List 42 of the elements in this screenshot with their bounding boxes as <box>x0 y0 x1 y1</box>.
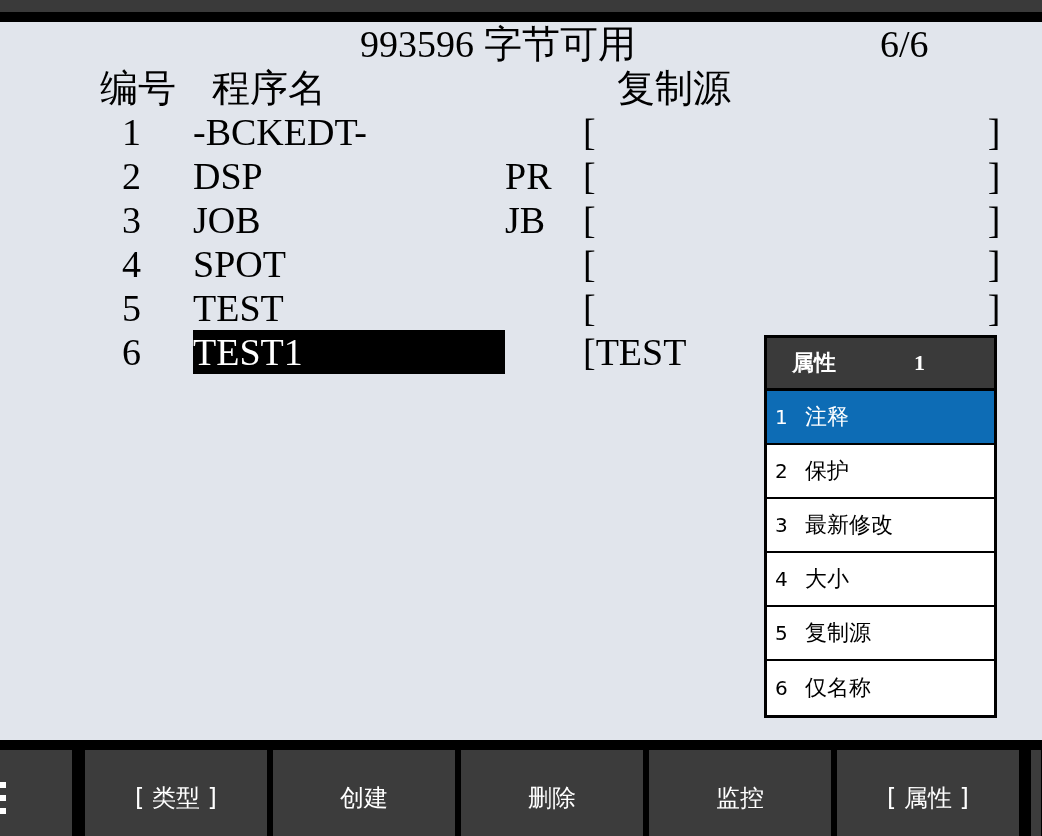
row-number: 4 <box>122 242 142 286</box>
program-name[interactable]: -BCKEDT- <box>193 110 505 154</box>
menu-item[interactable]: 1 注释 <box>767 391 994 445</box>
bracket: [ <box>583 110 596 154</box>
program-name[interactable]: SPOT <box>193 242 505 286</box>
program-name[interactable]: DSP <box>193 154 505 198</box>
program-name[interactable]: TEST <box>193 286 505 330</box>
row-number: 3 <box>122 198 142 242</box>
softkey-button[interactable]: [ 属性 ] <box>837 750 1019 836</box>
bracket: ] <box>987 110 1001 154</box>
program-name[interactable]: JOB <box>193 198 505 242</box>
column-header: 程序名 <box>212 66 327 110</box>
softkey-button[interactable]: 删除 <box>461 750 643 836</box>
program-count: 6/6 <box>880 22 929 66</box>
bracket: ] <box>987 154 1001 198</box>
bracket: [ <box>583 330 596 374</box>
bracket: ] <box>987 242 1001 286</box>
row-number: 2 <box>122 154 142 198</box>
program-type: PR <box>505 154 553 198</box>
copy-source: TEST <box>595 330 687 374</box>
row-number: 1 <box>122 110 142 154</box>
column-header: 编号 <box>100 66 177 110</box>
row-number: 6 <box>122 330 142 374</box>
bracket: [ <box>583 198 596 242</box>
menu-title: 属性 <box>792 349 837 377</box>
program-type: JB <box>505 198 547 242</box>
row-number: 5 <box>122 286 142 330</box>
bracket: [ <box>583 286 596 330</box>
program-name[interactable]: TEST1 <box>193 330 505 374</box>
softkey-button[interactable] <box>0 750 72 836</box>
softkey-button[interactable] <box>1031 750 1041 836</box>
bracket: [ <box>583 154 596 198</box>
column-header: 复制源 <box>617 66 731 110</box>
bracket: ] <box>987 198 1001 242</box>
free-bytes-text: 993596 字节可用 <box>360 22 637 66</box>
bracket: [ <box>583 242 596 286</box>
page-number: 1 <box>914 349 925 377</box>
softkey-button[interactable]: 创建 <box>273 750 455 836</box>
menu-icon <box>0 782 6 814</box>
softkey-button[interactable]: [ 类型 ] <box>85 750 267 836</box>
softkey-button[interactable]: 监控 <box>649 750 831 836</box>
bracket: ] <box>987 286 1001 330</box>
